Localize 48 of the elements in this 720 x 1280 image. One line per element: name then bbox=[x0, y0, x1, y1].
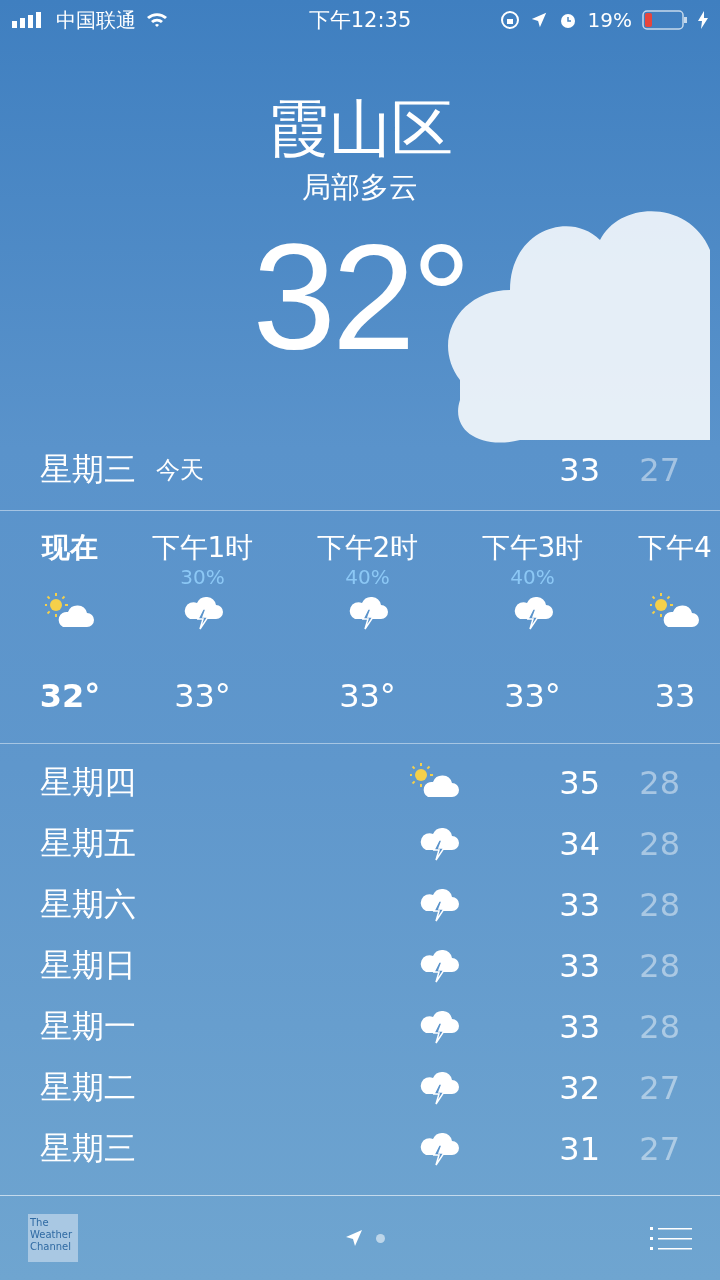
high-temperature: 33 bbox=[558, 946, 600, 985]
low-temperature: 27 bbox=[638, 1068, 680, 1107]
wifi-icon bbox=[146, 12, 168, 28]
high-temperature: 33 bbox=[558, 1007, 600, 1046]
day-name: 星期一 bbox=[40, 1005, 136, 1047]
hour-temperature: 33° bbox=[174, 677, 231, 715]
hour-label: 现在 bbox=[42, 530, 98, 565]
hour-label: 下午4 bbox=[638, 530, 712, 565]
today-label: 今天 bbox=[156, 455, 204, 486]
hour-temperature: 33 bbox=[654, 677, 696, 715]
day-name: 星期五 bbox=[40, 822, 136, 864]
day-name: 星期六 bbox=[40, 883, 136, 925]
hour-label: 下午2时 bbox=[316, 530, 419, 565]
weather-channel-logo[interactable]: The Weather Channel bbox=[28, 1214, 78, 1262]
high-temperature: 33 bbox=[558, 885, 600, 924]
day-name: 星期三 bbox=[40, 449, 136, 490]
city-name: 霞山区 bbox=[267, 98, 453, 160]
current-temperature: 32° bbox=[252, 222, 468, 372]
day-name: 星期三 bbox=[40, 1127, 136, 1169]
rotation-lock-icon bbox=[499, 10, 520, 30]
charging-bolt-icon bbox=[698, 11, 708, 29]
high-temperature: 35 bbox=[558, 763, 600, 802]
high-temperature: 31 bbox=[558, 1129, 600, 1168]
high-temperature: 32 bbox=[558, 1068, 600, 1107]
day-name: 星期四 bbox=[40, 761, 136, 803]
hour-label: 下午3时 bbox=[481, 530, 584, 565]
hour-temperature: 32° bbox=[39, 677, 101, 715]
high-temperature: 33 bbox=[558, 451, 600, 489]
weather-condition: 局部多云 bbox=[302, 169, 418, 206]
low-temperature: 28 bbox=[638, 946, 680, 985]
hour-label: 下午1时 bbox=[151, 530, 254, 565]
battery-percent: 19% bbox=[587, 8, 632, 32]
low-temperature: 28 bbox=[638, 1007, 680, 1046]
hour-temperature: 33° bbox=[339, 677, 396, 715]
page-dot[interactable] bbox=[375, 1233, 385, 1243]
low-temperature: 28 bbox=[638, 885, 680, 924]
high-temperature: 34 bbox=[558, 824, 600, 863]
battery-icon bbox=[642, 10, 688, 30]
list-icon[interactable] bbox=[650, 1226, 692, 1250]
low-temperature: 28 bbox=[638, 763, 680, 802]
low-temperature: 27 bbox=[638, 451, 680, 489]
day-name: 星期二 bbox=[40, 1066, 136, 1108]
clock-time: 下午12:35 bbox=[308, 7, 412, 34]
carrier-name: 中国联通 bbox=[56, 6, 136, 34]
low-temperature: 28 bbox=[638, 824, 680, 863]
low-temperature: 27 bbox=[638, 1129, 680, 1168]
hour-temperature: 33° bbox=[504, 677, 561, 715]
day-name: 星期日 bbox=[40, 944, 136, 986]
